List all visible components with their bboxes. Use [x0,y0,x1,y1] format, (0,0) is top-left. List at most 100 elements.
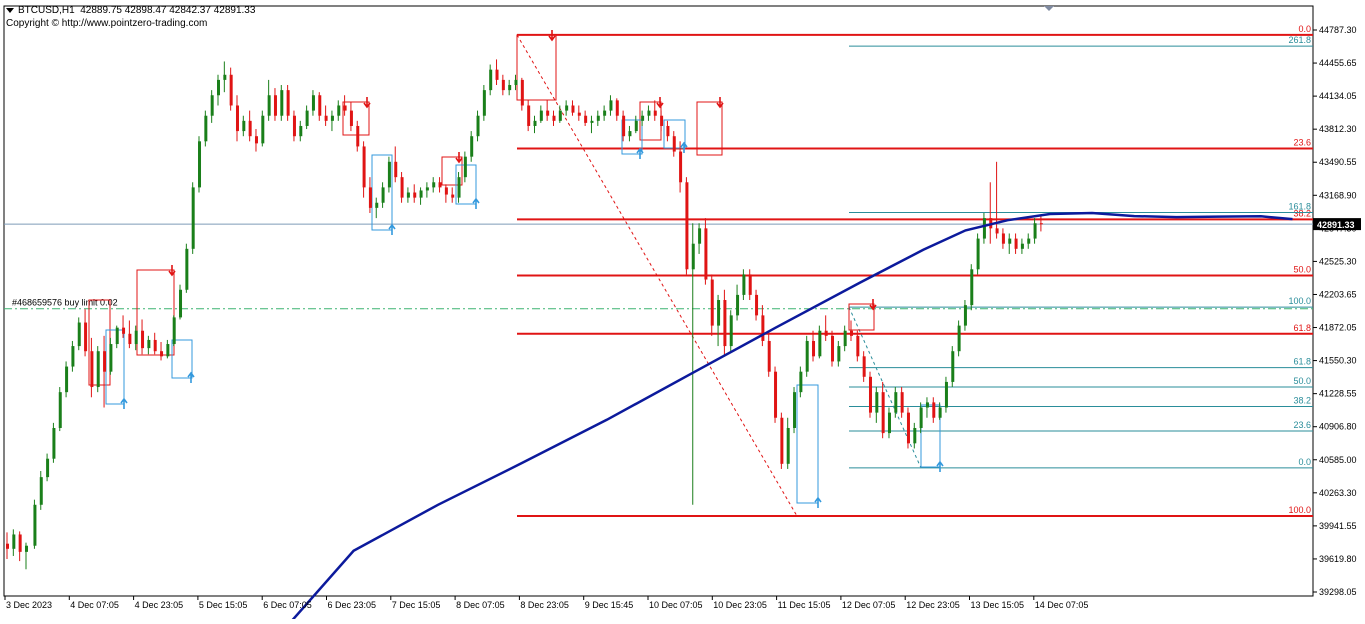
candle-body [818,330,822,357]
candle-body [603,110,607,116]
candle-body [539,110,543,121]
order-line-label: #468659576 buy limit 0.02 [12,298,118,308]
candle-body [349,110,353,126]
candle-body [254,136,258,144]
y-axis-label: 39941.55 [1319,521,1357,531]
candle-body [463,156,467,178]
candle-body [109,344,113,372]
fib-extension-label: 38.2 [1293,395,1311,405]
candle-body [153,339,157,352]
candle-body [887,412,891,434]
x-axis-label: 12 Dec 23:05 [906,600,960,610]
candle-body [406,192,410,198]
plot-frame [3,5,1314,597]
candle-body [90,351,94,388]
candle-body [932,402,936,418]
candle-body [413,192,417,198]
candle-body [191,187,195,249]
x-axis-label: 7 Dec 15:05 [392,600,441,610]
candle-body [235,105,239,132]
candle-body [837,346,841,362]
candle-body [552,115,556,121]
candle-body [362,146,366,188]
candle-body [913,427,917,444]
candle-body [273,95,277,116]
candle-body [71,346,75,367]
candle-body [248,120,252,137]
fib-extension-label: 23.6 [1293,420,1311,430]
candle-body [679,151,683,183]
copyright-text: Copyright © http://www.pointzero-trading… [6,18,208,29]
candle-body [546,110,550,116]
candle-body [641,115,645,121]
candle-body [318,95,322,116]
candle-body [12,534,16,549]
symbol-header: BTCUSD,H1 42889.75 42898.47 42842.37 428… [6,5,255,16]
x-axis-label: 3 Dec 2023 [6,600,52,610]
candle-body [52,427,56,459]
candle-body [115,327,119,345]
candle-body [862,356,866,377]
candle-body [330,115,334,121]
candle-body [128,333,132,345]
candle-body [400,177,404,198]
candle-body [780,417,784,464]
candle-body [856,335,860,357]
candle-body [793,392,797,428]
candle-body [742,274,746,295]
candle-body [925,402,929,408]
y-axis-label: 44787.30 [1319,25,1357,35]
candle-body [615,100,619,116]
fib-extension-label: 161.8 [1288,201,1311,211]
candle-body [147,339,151,349]
candle-body [1033,223,1037,239]
y-axis-label: 43490.55 [1319,157,1357,167]
candle-body [850,330,853,336]
fib-extension-label: 0.0 [1298,457,1311,467]
x-axis-label: 13 Dec 15:05 [971,600,1025,610]
y-axis-label: 41872.05 [1319,323,1357,333]
candle-body [698,228,702,244]
candle-body [951,351,955,382]
candle-body [957,325,961,352]
y-axis-label: 43812.30 [1319,124,1357,134]
x-axis-label: 8 Dec 07:05 [456,600,505,610]
candle-body [77,322,81,347]
candle-body [995,228,999,234]
candle-body [748,274,752,295]
candle-body [736,294,740,316]
candle-body [723,300,727,347]
candle-body [419,190,423,198]
candle-body [660,115,664,126]
x-axis-label: 9 Dec 15:45 [585,600,634,610]
candle-body [46,458,50,478]
candle-body [812,340,816,357]
fib-extension-label: 61.8 [1293,357,1311,367]
candle-body [103,351,107,372]
candle-body [944,381,948,408]
candle-body [919,407,923,428]
candle-body [489,69,493,91]
y-axis-label: 42203.65 [1319,289,1357,299]
candle-body [824,330,828,336]
x-axis-label: 5 Dec 15:05 [199,600,248,610]
candle-body [451,194,455,198]
fib-level-label: 0.0 [1298,24,1311,34]
candle-body [1008,238,1012,244]
candle-body [710,279,714,326]
chart-canvas[interactable]: #468659576 buy limit 0.02 0.0 23.6 38.2 50.0… [0,0,1365,624]
candle-body [356,125,360,147]
candle-body [6,543,9,549]
candle-body [141,330,145,349]
candle-body [938,407,942,418]
candle-body [767,340,771,372]
candle-body [375,202,379,208]
y-axis-label: 40906.80 [1319,422,1357,432]
candle-body [501,79,505,91]
collapse-triangle-icon[interactable] [6,7,14,13]
candle-body [134,330,138,345]
fib-level-label: 50.0 [1293,264,1311,274]
candle-body [786,427,790,464]
candle-body [691,243,695,270]
candle-body [843,330,847,347]
